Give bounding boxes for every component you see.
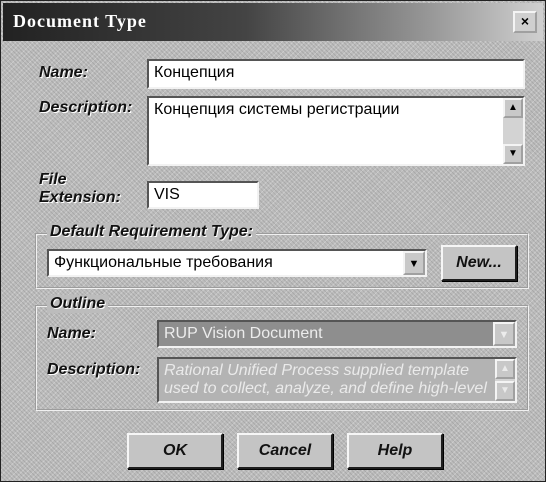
ok-button[interactable]: OK (127, 433, 223, 469)
window-title: Document Type (13, 11, 147, 31)
file-extension-input[interactable]: VIS (147, 181, 259, 209)
outline-name-select[interactable]: RUP Vision Document ▼ (157, 320, 517, 348)
scroll-up-icon: ▲ (508, 102, 518, 113)
title-bar[interactable]: Document Type × (3, 3, 543, 41)
description-label: Description: (39, 99, 133, 116)
description-scrollbar[interactable]: ▲ ▼ (503, 98, 523, 164)
requirement-type-dropdown-button[interactable]: ▼ (403, 251, 425, 275)
requirement-type-value: Функциональные требования (54, 254, 273, 271)
description-textarea[interactable]: Концепция системы регистрации ▲ ▼ (147, 96, 525, 166)
chevron-down-icon: ▼ (498, 329, 510, 341)
cancel-button-label: Cancel (258, 442, 312, 459)
new-button-label: New... (456, 254, 502, 271)
outline-group-label: Outline (47, 295, 109, 313)
close-icon: × (520, 13, 530, 29)
name-input[interactable]: Концепция (147, 59, 525, 89)
outline-description-label: Description: (47, 361, 141, 378)
scroll-down-icon: ▼ (508, 148, 518, 159)
help-button[interactable]: Help (347, 433, 443, 469)
default-requirement-type-label: Default Requirement Type: (47, 223, 256, 241)
chevron-down-icon: ▼ (408, 258, 420, 270)
scroll-up-button[interactable]: ▲ (503, 98, 523, 118)
outline-description-value: Rational Unified Process supplied templa… (164, 362, 487, 397)
new-requirement-type-button[interactable]: New... (441, 245, 517, 281)
help-button-label: Help (377, 442, 413, 459)
outline-name-value: RUP Vision Document (164, 325, 323, 342)
outline-name-label: Name: (47, 325, 96, 342)
outline-scroll-up-button[interactable]: ▲ (495, 359, 515, 379)
name-value: Концепция (154, 64, 235, 81)
close-button[interactable]: × (513, 11, 537, 33)
outline-description-textarea[interactable]: Rational Unified Process supplied templa… (157, 357, 517, 403)
cancel-button[interactable]: Cancel (237, 433, 333, 469)
file-extension-label-line2: Extension: (39, 189, 121, 206)
outline-name-dropdown-button[interactable]: ▼ (493, 322, 515, 346)
file-extension-label-line1: File (39, 171, 67, 188)
description-value: Концепция системы регистрации (154, 101, 400, 118)
requirement-type-select[interactable]: Функциональные требования ▼ (47, 249, 427, 277)
outline-scroll-down-button[interactable]: ▼ (495, 381, 515, 401)
outline-description-scrollbar[interactable]: ▲ ▼ (495, 359, 515, 401)
scroll-down-icon: ▼ (500, 385, 510, 396)
scroll-down-button[interactable]: ▼ (503, 144, 523, 164)
file-extension-value: VIS (154, 186, 180, 203)
ok-button-label: OK (163, 442, 187, 459)
name-label: Name: (39, 64, 88, 81)
scroll-up-icon: ▲ (500, 363, 510, 374)
document-type-dialog: Document Type × Name: Концепция Descript… (0, 0, 546, 482)
